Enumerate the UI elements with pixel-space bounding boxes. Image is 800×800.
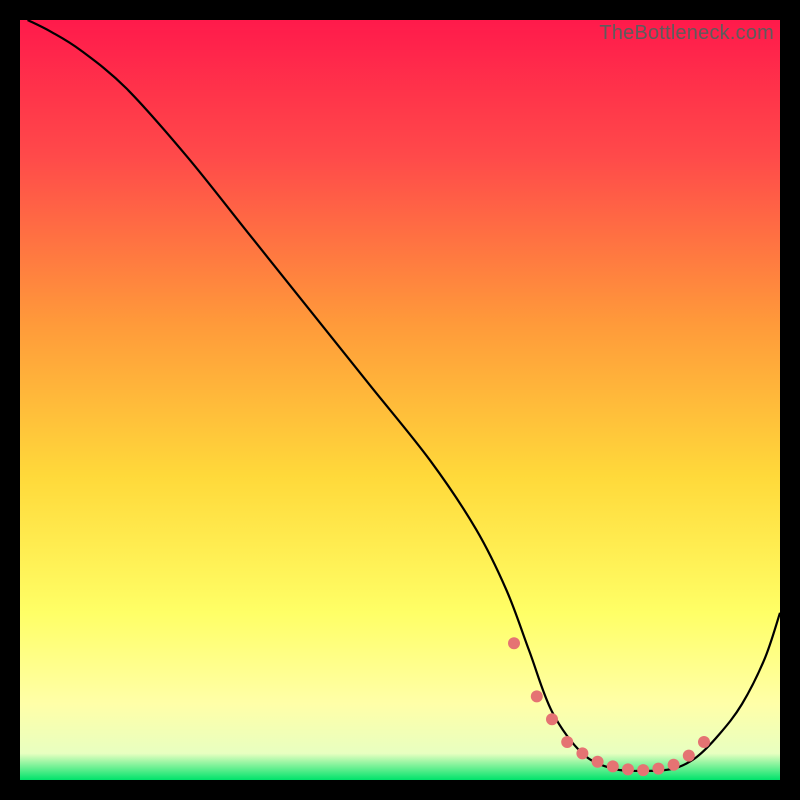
gradient-background [20,20,780,780]
chart-frame: TheBottleneck.com [20,20,780,780]
highlight-point [561,736,573,748]
highlight-point [607,760,619,772]
highlight-point [652,763,664,775]
highlight-point [592,756,604,768]
highlight-point [508,637,520,649]
highlight-point [576,747,588,759]
highlight-point [637,764,649,776]
highlight-point [622,763,634,775]
watermark-text: TheBottleneck.com [599,22,774,45]
highlight-point [683,750,695,762]
highlight-point [668,759,680,771]
bottleneck-chart [20,20,780,780]
highlight-point [531,690,543,702]
highlight-point [546,713,558,725]
highlight-point [698,736,710,748]
